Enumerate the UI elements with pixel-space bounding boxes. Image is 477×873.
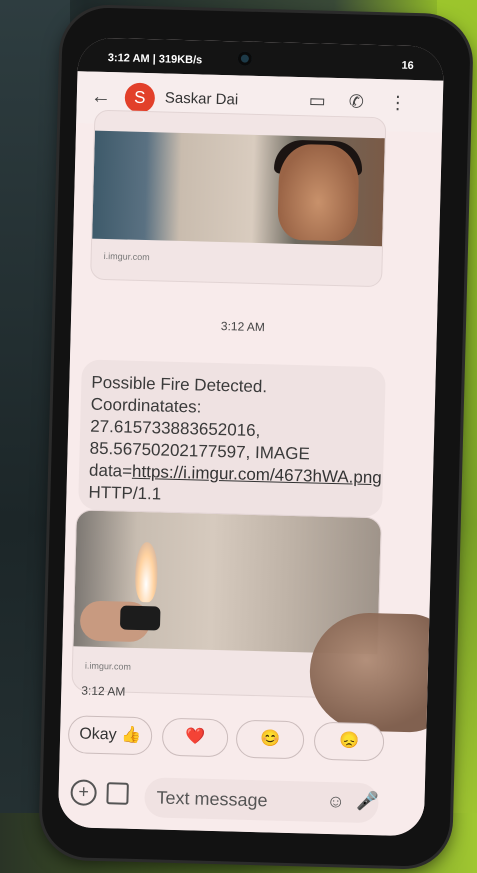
battery-level: 16	[401, 59, 414, 73]
flame-shape	[134, 541, 159, 603]
person-face	[277, 143, 360, 242]
phone-device: 3:12 AM | 319KB/s 16 ← S Saskar Dai ▭ ✆ …	[40, 6, 472, 868]
image-preview-card[interactable]: i.imgur.com	[90, 109, 387, 288]
message-text-part-2: HTTP/1.1	[88, 482, 162, 504]
message-input[interactable]: Text message ☺ 🎤	[144, 777, 379, 824]
message-text[interactable]: Possible Fire Detected. Coordinatates: 2…	[88, 372, 382, 511]
status-left-text: 3:12 AM | 319KB/s	[107, 51, 203, 67]
smart-reply-sad[interactable]: 😞	[313, 721, 385, 762]
front-camera	[237, 51, 253, 66]
image-thumbnail[interactable]	[92, 130, 385, 247]
message-list: i.imgur.com 3:12 AM Possible Fire Detect…	[57, 109, 445, 837]
message-input-placeholder: Text message	[156, 787, 268, 811]
smart-reply-okay[interactable]: Okay 👍	[67, 715, 153, 756]
contact-name[interactable]: Saskar Dai	[165, 90, 239, 109]
message-link[interactable]: https://i.imgur.com/4673hWA.png	[132, 462, 382, 488]
emoji-icon[interactable]: ☺	[326, 791, 345, 812]
smart-reply-heart[interactable]: ❤️	[161, 717, 229, 758]
phone-icon[interactable]: ✆	[349, 91, 365, 112]
add-attachment-icon[interactable]: +	[70, 779, 97, 806]
more-vert-icon[interactable]: ⋮	[389, 92, 408, 113]
message-composer: + Text message ☺ 🎤	[58, 769, 425, 835]
phone-screen: 3:12 AM | 319KB/s 16 ← S Saskar Dai ▭ ✆ …	[57, 37, 445, 837]
mic-icon[interactable]: 🎤	[356, 791, 379, 813]
back-arrow-icon[interactable]: ←	[91, 86, 112, 110]
preview-host: i.imgur.com	[84, 660, 132, 672]
smart-reply-smile[interactable]: 😊	[235, 719, 305, 760]
smart-replies: Okay 👍 ❤️ 😊 😞	[67, 715, 429, 764]
lighter-shape	[119, 605, 161, 631]
timestamp: 3:12 AM	[81, 683, 126, 699]
finger-overlay	[308, 611, 445, 734]
video-call-icon[interactable]: ▭	[309, 90, 327, 111]
preview-host: i.imgur.com	[103, 250, 150, 263]
avatar[interactable]: S	[124, 82, 156, 114]
gallery-icon[interactable]	[106, 782, 129, 805]
timestamp: 3:12 AM	[220, 319, 266, 335]
